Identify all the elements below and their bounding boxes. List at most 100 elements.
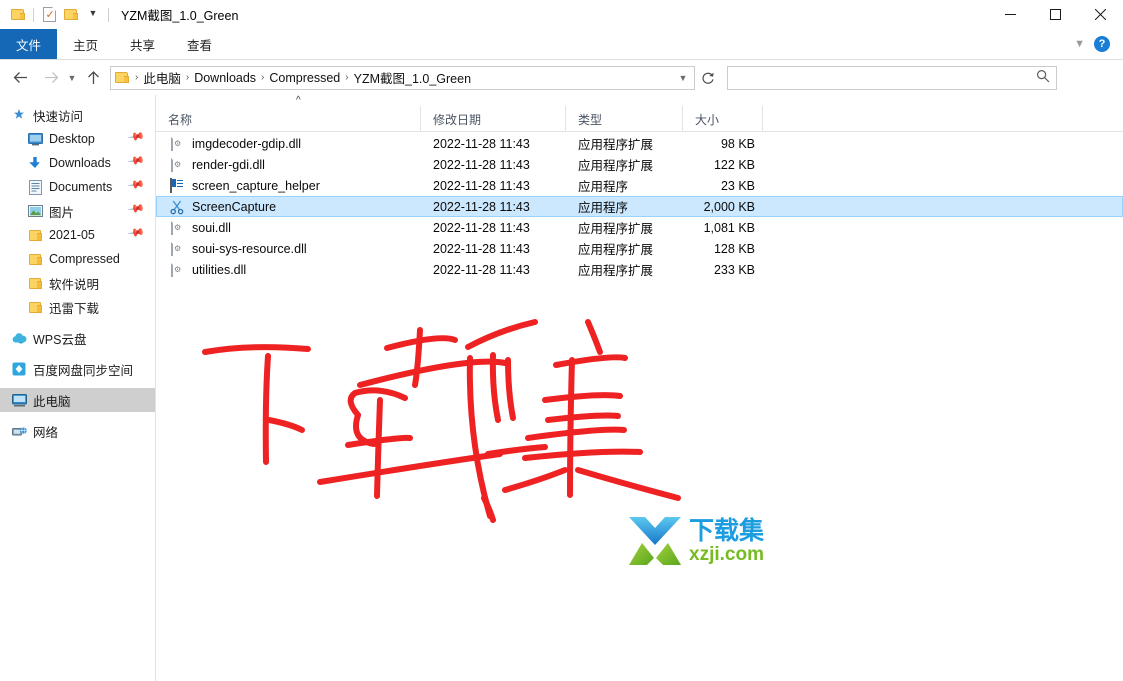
breadcrumb: › 此电脑 › Downloads › Compressed › YZM截图_1… xyxy=(133,68,672,87)
recent-locations-icon[interactable]: ▼ xyxy=(63,66,81,90)
sidebar-item-this-pc[interactable]: 此电脑 xyxy=(0,388,155,412)
address-dropdown-icon[interactable]: ▼ xyxy=(672,67,694,89)
sidebar-item-label: 软件说明 xyxy=(49,277,100,292)
sidebar-item-label: Desktop xyxy=(49,132,95,146)
ribbon-tab-strip: 文件 主页 共享 查看 ▼ ? xyxy=(0,29,1123,60)
back-button[interactable] xyxy=(8,66,32,90)
pin-icon[interactable]: 📌 xyxy=(127,200,145,218)
address-bar[interactable]: › 此电脑 › Downloads › Compressed › YZM截图_1… xyxy=(110,65,695,90)
pin-icon[interactable]: 📌 xyxy=(127,128,145,146)
pictures-icon xyxy=(27,203,43,219)
sidebar-item-network[interactable]: 网络 xyxy=(0,419,155,443)
sidebar-item-compressed[interactable]: Compressed xyxy=(0,247,155,271)
file-size-cell: 1,081 KB xyxy=(703,220,755,235)
file-date-cell: 2022-11-28 11:43 xyxy=(433,262,530,277)
desktop-icon xyxy=(27,131,43,147)
documents-icon xyxy=(27,179,43,195)
file-type-cell: 应用程序 xyxy=(578,201,629,215)
folder-icon xyxy=(27,251,43,267)
this-pc-icon xyxy=(11,392,27,408)
folder-icon xyxy=(27,299,43,315)
file-list-pane[interactable]: ^ 名称 修改日期 类型 大小 ⚙ imgdecoder-gdip.dll 20… xyxy=(156,95,1123,681)
table-row[interactable]: screen_capture_helper 2022-11-28 11:43 应… xyxy=(156,175,1123,196)
column-header-row: 名称 修改日期 类型 大小 xyxy=(156,106,1123,132)
pin-icon[interactable]: 📌 xyxy=(127,224,145,242)
file-date-cell: 2022-11-28 11:43 xyxy=(433,220,530,235)
sidebar-item-downloads[interactable]: Downloads 📌 xyxy=(0,151,155,175)
file-name-cell: ⚙ soui-sys-resource.dll xyxy=(157,240,421,257)
file-name-text: utilities.dll xyxy=(192,262,247,277)
download-arrow-logo xyxy=(629,517,681,565)
customize-dropdown-icon[interactable]: ▼ xyxy=(82,4,104,26)
sidebar-item-baidu-netdisk[interactable]: 百度网盘同步空间 xyxy=(0,357,155,381)
file-name-text: imgdecoder-gdip.dll xyxy=(192,136,302,151)
properties-icon[interactable]: ✓ xyxy=(38,4,60,26)
column-header-name[interactable]: 名称 xyxy=(156,106,421,132)
breadcrumb-item-2[interactable]: Compressed xyxy=(266,71,343,85)
folder-icon[interactable] xyxy=(7,4,29,26)
sidebar-item-label: 图片 xyxy=(49,205,75,220)
sidebar-item-software-notes[interactable]: 软件说明 xyxy=(0,271,155,295)
breadcrumb-item-3[interactable]: YZM截图_1.0_Green xyxy=(351,68,474,87)
column-header-size[interactable]: 大小 xyxy=(683,106,763,132)
close-button[interactable] xyxy=(1078,0,1123,29)
file-name-cell: ⚙ render-gdi.dll xyxy=(157,156,421,173)
main-content: 快速访问 Desktop 📌 Downloads 📌 Documents 📌 图… xyxy=(0,95,1123,681)
search-input[interactable] xyxy=(734,69,1036,86)
new-folder-icon[interactable] xyxy=(60,4,82,26)
file-type-cell: 应用程序扩展 xyxy=(578,264,654,278)
table-row[interactable]: ⚙ soui-sys-resource.dll 2022-11-28 11:43… xyxy=(156,238,1123,259)
scissors-application-icon xyxy=(169,199,185,215)
sidebar-item-wps-cloud[interactable]: WPS云盘 xyxy=(0,326,155,350)
navigation-pane[interactable]: 快速访问 Desktop 📌 Downloads 📌 Documents 📌 图… xyxy=(0,95,156,681)
title-bar: ✓ ▼ YZM截图_1.0_Green xyxy=(0,0,1123,29)
search-box[interactable] xyxy=(727,65,1057,90)
network-icon xyxy=(11,423,27,439)
file-date-cell: 2022-11-28 11:43 xyxy=(433,199,530,214)
sidebar-item-label: WPS云盘 xyxy=(33,332,87,347)
up-button[interactable] xyxy=(81,66,105,90)
column-header-type[interactable]: 类型 xyxy=(566,106,683,132)
toolbar-divider-2 xyxy=(108,7,109,22)
search-icon[interactable] xyxy=(1036,69,1050,86)
file-size-cell: 122 KB xyxy=(713,157,755,172)
table-row[interactable]: ⚙ soui.dll 2022-11-28 11:43 应用程序扩展 1,081… xyxy=(156,217,1123,238)
quick-access-star-icon xyxy=(11,107,27,123)
ascending-caret-icon[interactable]: ^ xyxy=(296,96,301,106)
watermark: 下载集 xzji.com xyxy=(627,513,777,569)
sidebar-item-2021-05[interactable]: 2021-05 📌 xyxy=(0,223,155,247)
column-header-date[interactable]: 修改日期 xyxy=(421,106,566,132)
pin-icon[interactable]: 📌 xyxy=(127,176,145,194)
tab-share[interactable]: 共享 xyxy=(114,29,171,59)
forward-button xyxy=(39,66,63,90)
sidebar-item-thunder-downloads[interactable]: 迅雷下载 xyxy=(0,295,155,319)
tab-view[interactable]: 查看 xyxy=(171,29,228,59)
sidebar-item-label: Documents xyxy=(49,180,113,194)
file-date-cell: 2022-11-28 11:43 xyxy=(433,241,530,256)
table-row[interactable]: ScreenCapture 2022-11-28 11:43 应用程序 2,00… xyxy=(156,196,1123,217)
breadcrumb-separator-1: › xyxy=(185,71,190,83)
table-row[interactable]: ⚙ render-gdi.dll 2022-11-28 11:43 应用程序扩展… xyxy=(156,154,1123,175)
breadcrumb-item-0[interactable]: 此电脑 xyxy=(140,68,184,87)
file-date-cell: 2022-11-28 11:43 xyxy=(433,136,530,151)
sidebar-item-pictures[interactable]: 图片 📌 xyxy=(0,199,155,223)
table-row[interactable]: ⚙ imgdecoder-gdip.dll 2022-11-28 11:43 应… xyxy=(156,133,1123,154)
help-icon[interactable]: ? xyxy=(1094,36,1110,52)
table-row[interactable]: ⚙ utilities.dll 2022-11-28 11:43 应用程序扩展 … xyxy=(156,259,1123,280)
refresh-button[interactable] xyxy=(695,66,721,90)
maximize-button[interactable] xyxy=(1033,0,1078,29)
pin-icon[interactable]: 📌 xyxy=(127,152,145,170)
tab-file[interactable]: 文件 xyxy=(0,29,58,59)
sidebar-item-desktop[interactable]: Desktop 📌 xyxy=(0,127,155,151)
file-name-text: screen_capture_helper xyxy=(192,178,320,193)
tab-home[interactable]: 主页 xyxy=(57,29,114,59)
breadcrumb-item-1[interactable]: Downloads xyxy=(191,71,259,85)
chevron-down-icon[interactable]: ▼ xyxy=(1074,38,1085,50)
sidebar-item-documents[interactable]: Documents 📌 xyxy=(0,175,155,199)
minimize-button[interactable] xyxy=(988,0,1033,29)
folder-icon xyxy=(27,227,43,243)
sidebar-item-quick-access[interactable]: 快速访问 xyxy=(0,103,155,127)
